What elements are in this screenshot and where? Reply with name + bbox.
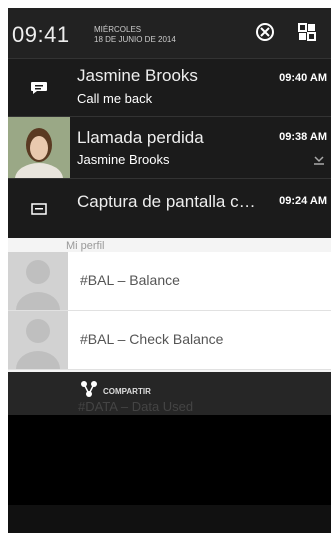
partial-label: Mi perfil [66, 240, 105, 252]
notification-missed-call[interactable]: Llamada perdida Jasmine Brooks 09:38 AM [8, 116, 331, 179]
notification-title: Llamada perdida [77, 128, 204, 147]
clear-notifications-icon[interactable] [253, 20, 277, 44]
notification-time: 09:24 AM [279, 195, 327, 207]
notification-time: 09:38 AM [279, 131, 327, 143]
background-list: Mi perfil #BAL – Balance #BAL – Check Ba… [8, 238, 331, 378]
contact-photo [8, 117, 70, 179]
list-item-label: #BAL – Balance [80, 272, 180, 288]
share-button[interactable]: COMPARTIR [103, 387, 151, 396]
clock-time: 09:41 [12, 22, 70, 47]
quick-settings-icon[interactable] [295, 20, 319, 44]
notification-header: 09:41 MIÉRCOLES 18 DE JUNIO DE 2014 [8, 8, 331, 58]
phone-screen: 09:41 MIÉRCOLES 18 DE JUNIO DE 2014 Jasm… [8, 8, 331, 533]
list-item[interactable]: #BAL – Check Balance [8, 311, 331, 370]
list-item[interactable]: #BAL – Balance [8, 252, 331, 311]
ghost-list-text: #DATA – Data Used [78, 399, 194, 414]
notification-title: Captura de pantalla ca... [77, 192, 257, 211]
notification-screenshot[interactable]: Captura de pantalla ca... 09:24 AM [8, 178, 331, 239]
screenshot-icon [8, 179, 70, 239]
date-display: MIÉRCOLES 18 DE JUNIO DE 2014 [94, 25, 176, 45]
avatar [8, 311, 68, 369]
chat-bubble-icon [8, 59, 70, 117]
share-icon[interactable] [80, 380, 98, 398]
navigation-strip [8, 505, 331, 533]
missed-call-icon [313, 153, 325, 165]
notification-title: Jasmine Brooks [77, 66, 198, 85]
list-item-label: #BAL – Check Balance [80, 331, 224, 347]
notification-time: 09:40 AM [279, 72, 327, 84]
date-weekday: MIÉRCOLES [94, 25, 142, 34]
share-bar: #DATA – Data Used COMPARTIR [8, 372, 331, 415]
notification-message[interactable]: Jasmine Brooks Call me back 09:40 AM [8, 58, 331, 117]
avatar [8, 252, 68, 310]
notification-subtitle: Call me back [77, 91, 153, 106]
date-full: 18 DE JUNIO DE 2014 [94, 35, 176, 44]
notification-subtitle: Jasmine Brooks [77, 152, 170, 167]
